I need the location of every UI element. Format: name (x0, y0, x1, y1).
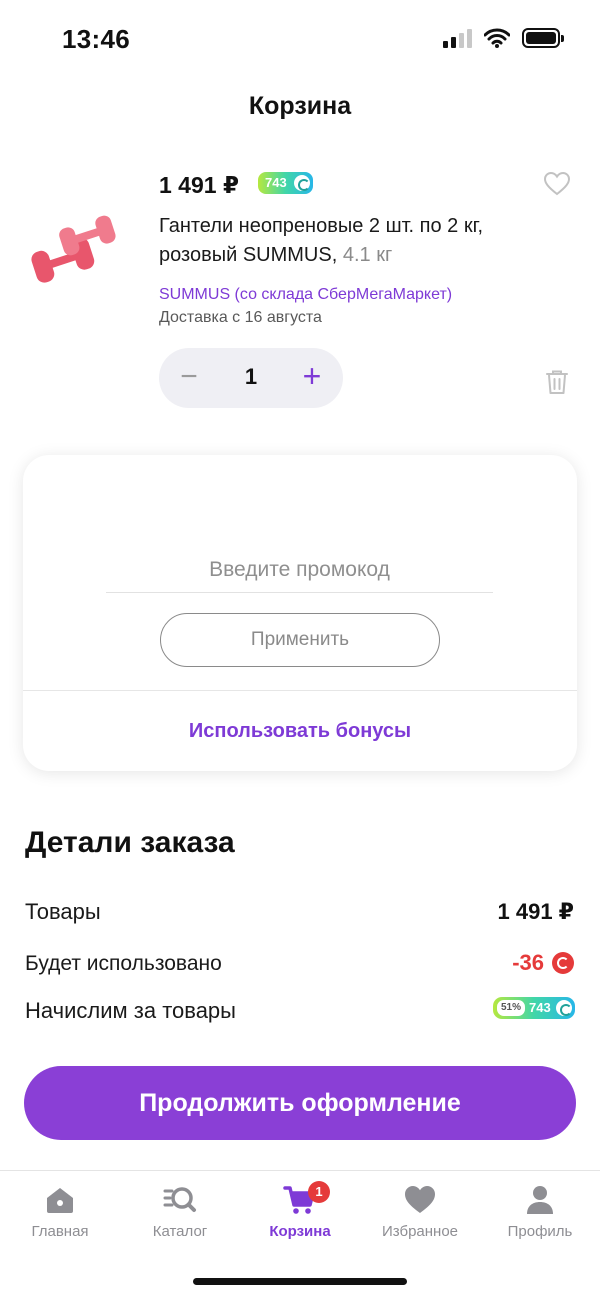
quantity-value: 1 (244, 364, 258, 389)
use-bonuses-link[interactable]: Использовать бонусы (23, 720, 577, 743)
decrease-button[interactable]: − (177, 362, 201, 394)
tab-home-label: Главная (31, 1223, 89, 1240)
tab-favorites[interactable]: Избранное (360, 1183, 480, 1240)
bonus-earn-percent: 51% (497, 1000, 526, 1016)
bonus-earn-label: Начислим за товары (25, 998, 236, 1023)
bonus-used-label: Будет использовано (25, 952, 222, 975)
promo-card: Применить Использовать бонусы (23, 455, 577, 771)
heart-icon (405, 1186, 435, 1213)
wifi-icon (484, 28, 510, 48)
product-weight: 4.1 кг (342, 244, 393, 266)
item-price: 1 491 ₽ (159, 172, 239, 198)
tab-profile[interactable]: Профиль (480, 1183, 600, 1240)
catalog-search-icon (163, 1187, 196, 1212)
bonus-earn-badge: 51% 743 (493, 997, 575, 1019)
delivery-date: Доставка с 16 августа (159, 309, 322, 326)
home-indicator (193, 1278, 407, 1285)
bonus-coin-icon (293, 175, 310, 191)
profile-icon (527, 1186, 553, 1214)
increase-button[interactable]: + (299, 360, 325, 394)
trash-icon[interactable] (545, 369, 569, 395)
apply-promo-button[interactable]: Применить (160, 613, 440, 667)
goods-label: Товары (25, 899, 101, 924)
cellular-signal-icon (443, 28, 472, 48)
page-title: Корзина (248, 92, 352, 120)
product-name[interactable]: Гантели неопреновые 2 шт. по 2 кг, розов… (159, 212, 529, 270)
home-icon (47, 1188, 73, 1213)
tab-cart-label: Корзина (269, 1223, 331, 1240)
seller-link[interactable]: SUMMUS (со склада СберМегаМаркет) (159, 286, 452, 304)
promo-code-input[interactable] (106, 547, 493, 593)
order-details-title: Детали заказа (25, 826, 235, 859)
status-icons (443, 28, 564, 48)
bonus-badge: 743 (258, 172, 313, 194)
continue-checkout-button[interactable]: Продолжить оформление (24, 1066, 576, 1140)
status-time: 13:46 (62, 24, 130, 54)
product-title: Гантели неопреновые 2 шт. по 2 кг, розов… (159, 215, 484, 266)
battery-icon (522, 28, 564, 48)
bonus-earn-amount: 743 (529, 1000, 551, 1015)
tab-home[interactable]: Главная (0, 1183, 120, 1240)
divider (23, 690, 577, 691)
heart-icon[interactable] (544, 172, 570, 196)
tab-catalog[interactable]: Каталог (120, 1183, 240, 1240)
bonus-amount: 743 (265, 175, 287, 190)
bonus-used-amount: -36 (512, 950, 544, 975)
quantity-stepper: − 1 + (159, 348, 343, 408)
tab-profile-label: Профиль (507, 1223, 573, 1240)
sber-coin-icon (552, 952, 574, 974)
tab-catalog-label: Каталог (152, 1223, 208, 1240)
tab-cart[interactable]: 1 Корзина (240, 1181, 360, 1240)
goods-total: 1 491 ₽ (497, 899, 574, 924)
cart-screen: 13:46 Корзина 1 491 ₽ 743 Гантели неопре… (0, 0, 600, 1297)
tab-favorites-label: Избранное (381, 1223, 459, 1240)
bonus-used-value: -36 (512, 950, 574, 976)
bonus-coin-icon (556, 1000, 572, 1016)
cart-count-badge: 1 (308, 1181, 330, 1203)
product-image-dumbbells[interactable] (26, 205, 132, 305)
